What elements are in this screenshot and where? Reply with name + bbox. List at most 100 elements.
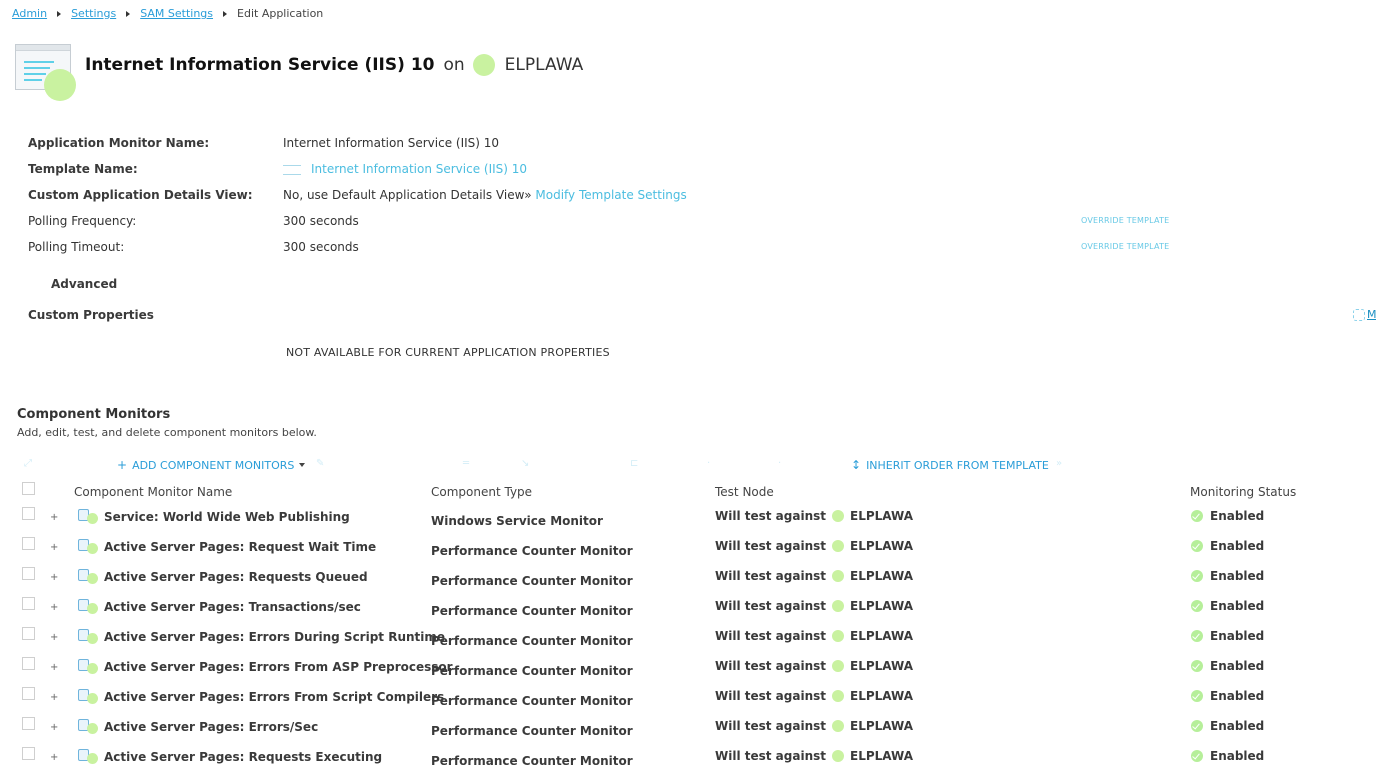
table-row[interactable]: + Active Server Pages: Errors During Scri… <box>0 624 1376 654</box>
component-monitor-icon <box>78 689 100 705</box>
row-checkbox[interactable] <box>22 537 35 550</box>
monitoring-status-text: Enabled <box>1210 749 1265 763</box>
table-row[interactable]: + Service: World Wide Web Publishing Windo… <box>0 504 1376 534</box>
row-checkbox[interactable] <box>22 507 35 520</box>
manage-custom-properties-link[interactable]: M <box>1353 308 1376 321</box>
table-row[interactable]: + Active Server Pages: Requests Executing… <box>0 744 1376 774</box>
test-icon[interactable]: ↘ <box>521 458 529 469</box>
plus-icon: + <box>117 458 128 472</box>
row-checkbox[interactable] <box>22 567 35 580</box>
row-checkbox[interactable] <box>22 597 35 610</box>
collapse-icon[interactable]: ⤢ <box>24 458 32 469</box>
table-row[interactable]: + Active Server Pages: Requests Queued Per… <box>0 564 1376 594</box>
monitoring-status-text: Enabled <box>1210 719 1265 733</box>
test-prefix: Will test against <box>715 749 827 763</box>
component-monitor-name[interactable]: Active Server Pages: Transactions/sec <box>104 600 361 614</box>
add-component-monitors-button[interactable]: + ADD COMPONENT MONITORS <box>117 458 306 472</box>
table-row[interactable]: + Active Server Pages: Errors From Script… <box>0 684 1376 714</box>
monitoring-status-text: Enabled <box>1210 599 1265 613</box>
application-icon <box>15 44 76 101</box>
modify-template-settings-link[interactable]: Modify Template Settings <box>535 188 686 202</box>
row-checkbox[interactable] <box>22 627 35 640</box>
breadcrumb-settings[interactable]: Settings <box>71 7 116 20</box>
sort-icon: ↕ <box>851 458 862 472</box>
table-row[interactable]: + Active Server Pages: Transactions/sec Pe… <box>0 594 1376 624</box>
prop-polling-frequency: Polling Frequency: 300 seconds OVERRIDE … <box>28 208 1188 234</box>
breadcrumb-admin[interactable]: Admin <box>12 7 47 20</box>
expand-icon[interactable]: + <box>50 722 58 733</box>
component-monitor-icon <box>78 629 100 645</box>
on-label: on <box>443 55 465 75</box>
row-checkbox[interactable] <box>22 747 35 760</box>
component-monitors-table: Component Monitor Name Component Type Te… <box>0 480 1376 774</box>
row-checkbox[interactable] <box>22 717 35 730</box>
test-node-name: ELPLAWA <box>850 689 914 703</box>
inherit-order-button[interactable]: ↕ INHERIT ORDER FROM TEMPLATE <box>851 458 1049 472</box>
template-name-link[interactable]: Internet Information Service (IIS) 10 <box>311 162 527 176</box>
component-monitor-name[interactable]: Active Server Pages: Request Wait Time <box>104 540 376 554</box>
override-template-frequency-button[interactable]: OVERRIDE TEMPLATE <box>1081 208 1169 234</box>
expand-icon[interactable]: + <box>50 632 58 643</box>
component-monitor-name[interactable]: Active Server Pages: Errors During Scrip… <box>104 630 445 644</box>
node-status-icon <box>832 720 845 732</box>
monitoring-status-text: Enabled <box>1210 539 1265 553</box>
component-monitor-name[interactable]: Active Server Pages: Errors/Sec <box>104 720 318 734</box>
expand-icon[interactable]: + <box>50 572 58 583</box>
test-node-name: ELPLAWA <box>850 749 914 763</box>
row-checkbox[interactable] <box>22 687 35 700</box>
expand-icon[interactable]: + <box>50 512 58 523</box>
monitoring-status-text: Enabled <box>1210 689 1265 703</box>
expand-icon[interactable]: + <box>50 752 58 763</box>
column-header-type[interactable]: Component Type <box>431 485 532 499</box>
polling-timeout-value: 300 seconds <box>283 240 359 254</box>
expand-icon[interactable]: + <box>50 602 58 613</box>
node-status-icon <box>832 600 845 612</box>
test-node: Will test against ELPLAWA <box>715 539 913 553</box>
monitoring-status: Enabled <box>1191 509 1264 523</box>
component-monitor-name[interactable]: Active Server Pages: Requests Queued <box>104 570 368 584</box>
table-row[interactable]: + Active Server Pages: Errors From ASP Pr… <box>0 654 1376 684</box>
component-monitor-name[interactable]: Active Server Pages: Errors From ASP Pre… <box>104 660 453 674</box>
test-node-name: ELPLAWA <box>850 719 914 733</box>
table-row[interactable]: + Active Server Pages: Request Wait Time P… <box>0 534 1376 564</box>
check-circle-icon <box>1191 750 1203 762</box>
override-template-timeout-button[interactable]: OVERRIDE TEMPLATE <box>1081 234 1169 260</box>
column-header-test-node[interactable]: Test Node <box>715 485 774 499</box>
delete-icon[interactable]: ⊏ <box>630 458 638 469</box>
node-status-icon <box>832 510 845 522</box>
chevron-right-icon <box>126 10 131 17</box>
select-all-checkbox[interactable] <box>22 482 35 495</box>
component-monitor-name[interactable]: Active Server Pages: Errors From Script … <box>104 690 444 704</box>
test-prefix: Will test against <box>715 509 827 523</box>
row-checkbox[interactable] <box>22 657 35 670</box>
copy-icon[interactable]: ═ <box>463 458 469 469</box>
component-monitor-icon <box>78 659 100 675</box>
edit-icon[interactable]: ✎ <box>316 458 324 469</box>
move-up-icon[interactable]: · <box>707 458 710 469</box>
component-type: Windows Service Monitor <box>431 514 603 528</box>
component-monitor-icon <box>78 569 100 585</box>
app-monitor-name-label: Application Monitor Name: <box>28 136 210 150</box>
test-node-name: ELPLAWA <box>850 659 914 673</box>
more-icon[interactable]: » <box>1056 458 1062 469</box>
column-header-name[interactable]: Component Monitor Name <box>74 485 232 499</box>
monitoring-status: Enabled <box>1191 539 1264 553</box>
component-monitor-icon <box>78 719 100 735</box>
app-monitor-name-value[interactable]: Internet Information Service (IIS) 10 <box>283 130 499 156</box>
table-row[interactable]: + Active Server Pages: Errors/Sec Performa… <box>0 714 1376 744</box>
component-type: Performance Counter Monitor <box>431 544 633 558</box>
test-prefix: Will test against <box>715 629 827 643</box>
expand-icon[interactable]: + <box>50 542 58 553</box>
component-toolbar: ⤢ + ADD COMPONENT MONITORS ✎ ═ ↘ ⊏ · · ↕… <box>0 457 1376 475</box>
column-header-monitoring-status[interactable]: Monitoring Status <box>1190 485 1296 499</box>
manage-link-text[interactable]: M <box>1367 308 1376 321</box>
component-monitor-name[interactable]: Service: World Wide Web Publishing <box>104 510 350 524</box>
test-prefix: Will test against <box>715 569 827 583</box>
advanced-toggle[interactable]: Advanced <box>51 277 117 291</box>
breadcrumb-sam-settings[interactable]: SAM Settings <box>140 7 213 20</box>
component-monitors-title: Component Monitors <box>17 407 171 422</box>
move-down-icon[interactable]: · <box>778 458 781 469</box>
component-monitor-name[interactable]: Active Server Pages: Requests Executing <box>104 750 382 764</box>
expand-icon[interactable]: + <box>50 662 58 673</box>
expand-icon[interactable]: + <box>50 692 58 703</box>
